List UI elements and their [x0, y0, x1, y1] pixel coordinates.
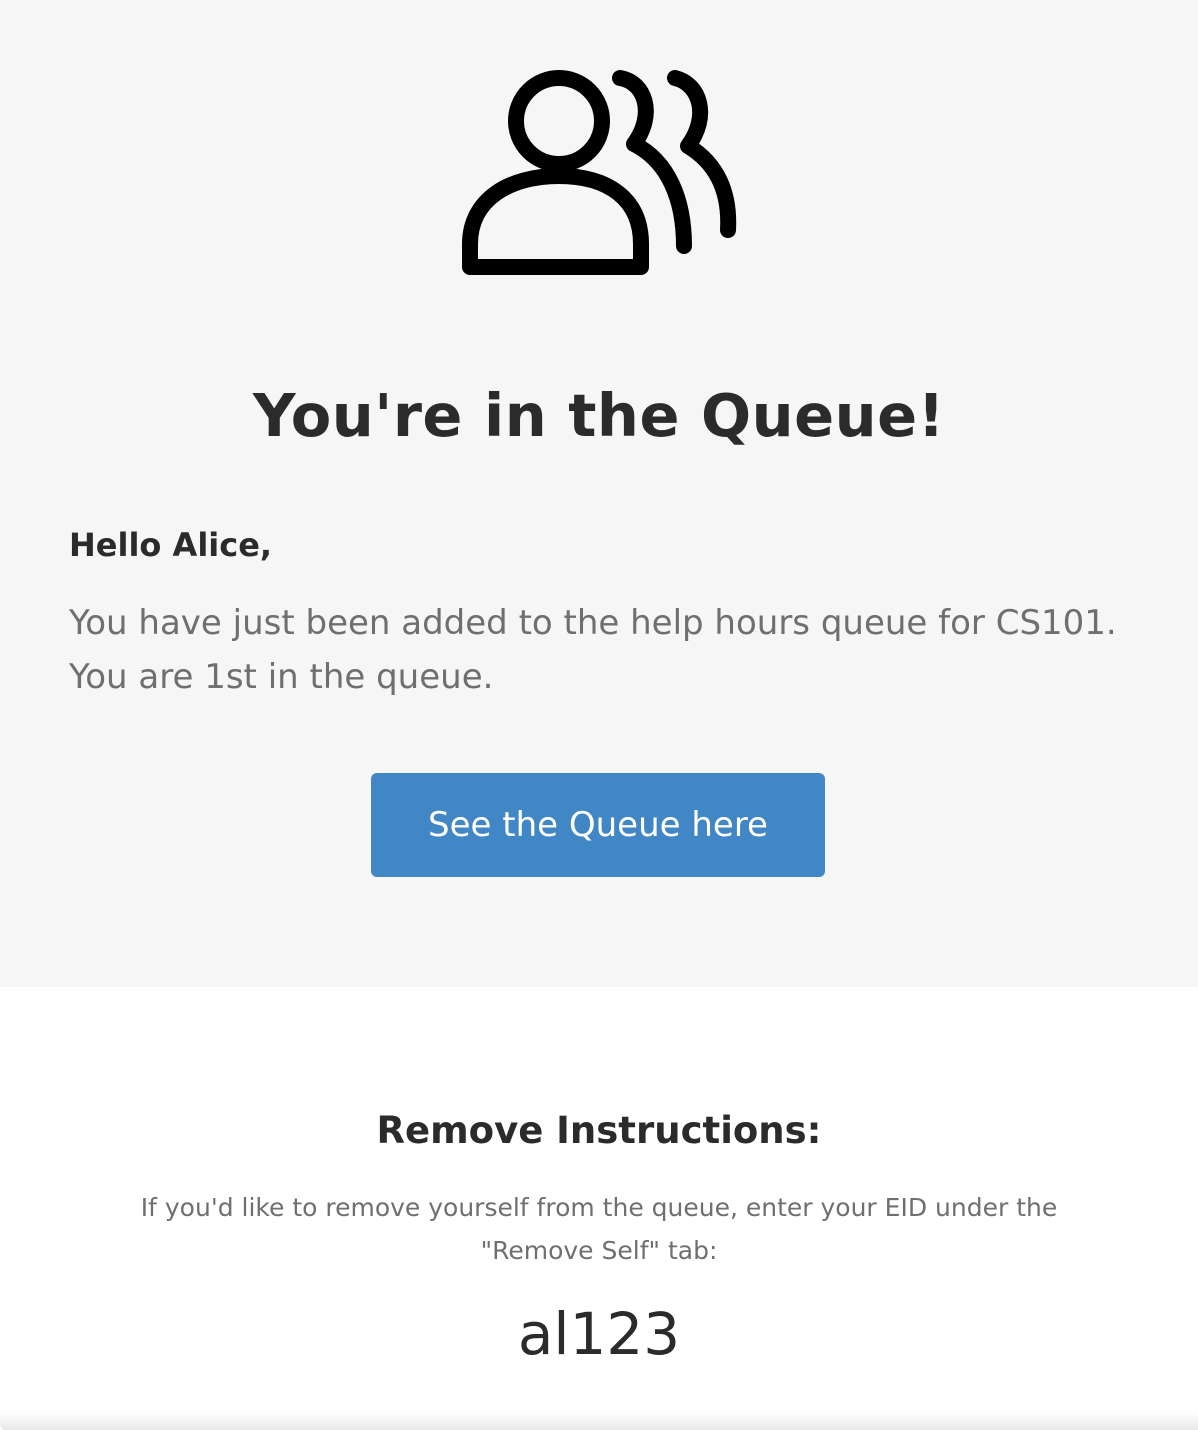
queue-position-line: You are 1st in the queue. — [69, 657, 494, 697]
remove-instructions-line-1: If you'd like to remove yourself from th… — [140, 1193, 1058, 1222]
queue-message-line-1: You have just been added to the help hou… — [69, 603, 1117, 643]
queue-people-icon — [462, 70, 737, 275]
page-title: You're in the Queue! — [252, 381, 946, 450]
bottom-edge-shadow — [0, 1412, 1198, 1430]
remove-instructions-title: Remove Instructions: — [376, 1109, 822, 1152]
see-queue-button[interactable]: See the Queue here — [371, 773, 825, 877]
hero-section: You're in the Queue! Hello Alice, You ha… — [0, 0, 1198, 987]
queue-message: You have just been added to the help hou… — [69, 596, 1149, 704]
remove-instructions-line-2: "Remove Self" tab: — [480, 1236, 718, 1265]
remove-instructions-text: If you'd like to remove yourself from th… — [110, 1186, 1088, 1272]
eid-value: al123 — [517, 1300, 681, 1368]
greeting: Hello Alice, — [69, 526, 273, 564]
